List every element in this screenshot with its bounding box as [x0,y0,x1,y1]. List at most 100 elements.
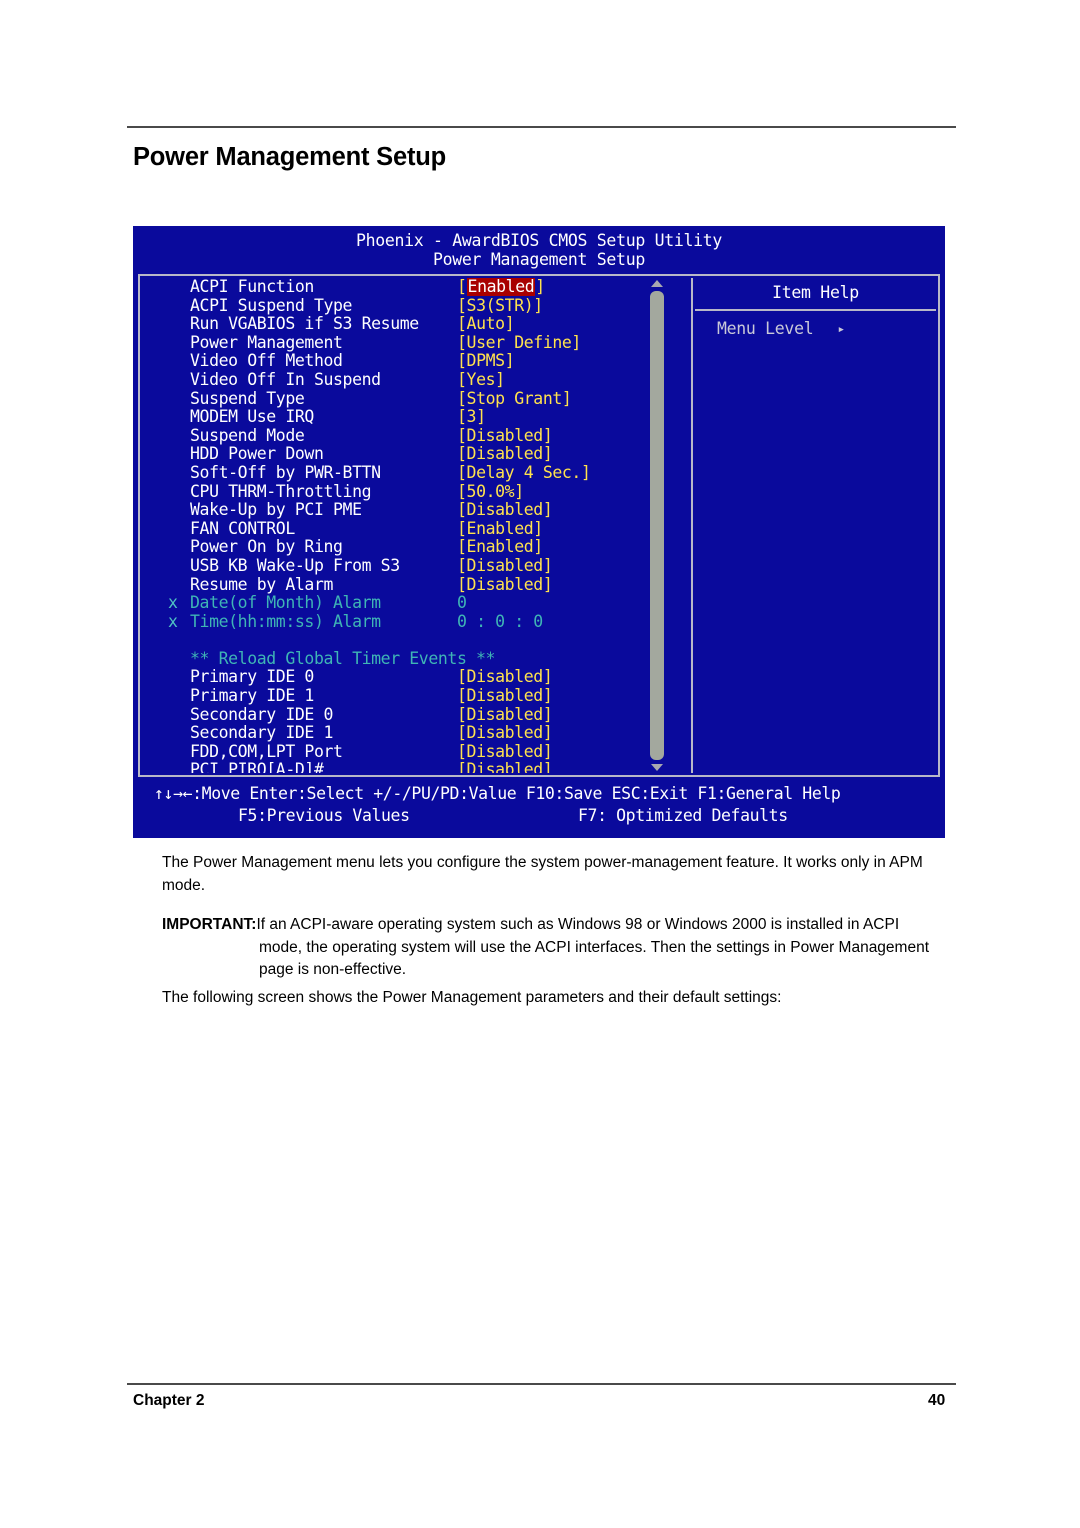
row-value[interactable]: [Enabled] [457,278,545,297]
settings-row[interactable]: Video Off In Suspend [Yes] [142,369,688,390]
row-value[interactable]: [Disabled] [457,667,553,687]
row-label: MODEM Use IRQ [190,407,314,427]
row-value[interactable]: [User Define] [457,332,581,353]
settings-row[interactable]: Run VGABIOS if S3 Resume [Auto] [142,314,688,334]
settings-row[interactable]: HDD Power Down [Disabled] [142,445,688,464]
row-value[interactable]: [Enabled] [457,538,543,557]
settings-section-header: ** Reload Global Timer Events ** [142,648,688,669]
bracket-close: ] [495,369,505,389]
bracket-close: ] [504,351,515,371]
row-value[interactable]: [Auto] [457,314,515,334]
bracket-open: [ [457,332,467,352]
bracket-open: [ [457,425,467,445]
row-label: Secondary IDE 1 [190,723,334,743]
row-value[interactable]: [50.0%] [457,482,524,502]
footer-chapter: Chapter 2 [133,1392,205,1409]
row-value[interactable]: [Stop Grant] [457,388,572,409]
settings-row[interactable]: USB KB Wake-Up From S3 [Disabled] [142,555,688,576]
settings-row[interactable]: x Date(of Month) Alarm 0 [142,593,688,613]
row-value-text: Enabled [466,518,534,538]
bracket-open: [ [457,741,467,761]
important-text: If an ACPI-aware operating system such a… [256,916,900,933]
settings-row[interactable]: Video Off Method [DPMS] [142,352,688,371]
bracket-open: [ [457,407,467,427]
settings-row[interactable]: Soft-Off by PWR-BTTN [Delay 4 Sec.] [142,462,688,483]
settings-row[interactable]: Primary IDE 0 [Disabled] [142,668,688,687]
row-value[interactable]: [Disabled] [457,555,553,576]
settings-row[interactable]: Suspend Mode [Disabled] [142,425,688,446]
row-value-text: Yes [466,369,496,389]
settings-row[interactable]: FDD,COM,LPT Port [Disabled] [142,741,688,762]
paragraph-following-screen: The following screen shows the Power Man… [162,989,782,1006]
settings-row[interactable]: Resume by Alarm [Disabled] [142,574,688,595]
bracket-close: ] [561,388,572,408]
settings-row[interactable]: FAN CONTROL [Enabled] [142,518,688,539]
row-value[interactable]: [Enabled] [457,518,543,539]
row-value[interactable]: 0 : 0 : 0 [457,612,543,632]
bracket-open: [ [457,667,467,687]
row-value[interactable]: [Disabled] [457,686,553,706]
bracket-open: [ [457,723,467,743]
scrollbar-thumb[interactable] [650,291,664,760]
settings-row[interactable]: Power On by Ring [Enabled] [142,538,688,557]
row-value[interactable]: [Disabled] [457,741,553,762]
bracket-close: ] [504,314,515,334]
bracket-open: [ [457,500,467,520]
settings-row[interactable]: Suspend Type [Stop Grant] [142,388,688,409]
bracket-close: ] [542,667,553,687]
row-value[interactable]: [S3(STR)] [457,296,543,316]
row-value[interactable]: [Delay 4 Sec.] [457,462,591,483]
scroll-down-arrow-icon[interactable] [651,764,663,771]
bracket-close: ] [580,462,591,482]
settings-row[interactable]: Secondary IDE 0 [Disabled] [142,704,688,725]
settings-row[interactable]: ACPI Suspend Type [S3(STR)] [142,296,688,316]
settings-row[interactable]: PCI PIRQ[A-D]# [Disabled] [142,761,688,773]
bracket-open: [ [457,369,467,389]
row-value[interactable]: [Disabled] [457,444,553,464]
row-value[interactable]: [Disabled] [457,760,553,773]
row-value[interactable]: [Disabled] [457,500,553,520]
bracket-open: [ [457,704,467,724]
settings-spacer [142,631,688,650]
bios-panes: ACPI Function [Enabled] ACPI Suspend Type[… [138,274,940,777]
row-value-text: User Define [466,332,572,352]
row-value[interactable]: [Disabled] [457,425,553,446]
row-value[interactable]: [Yes] [457,369,505,390]
bracket-open: [ [457,555,467,575]
bracket-close: ] [542,425,553,445]
settings-row[interactable]: Wake-Up by PCI PME [Disabled] [142,500,688,520]
settings-row[interactable]: MODEM Use IRQ [3] [142,407,688,427]
settings-row[interactable]: Primary IDE 1 [Disabled] [142,686,688,706]
bracket-close: ] [535,278,545,296]
row-label: Suspend Type [190,388,305,408]
bracket-open: [ [457,760,467,773]
settings-row[interactable]: ACPI Function [Enabled] [142,278,688,297]
row-value[interactable]: 0 [457,593,467,613]
bracket-close: ] [571,332,581,352]
scroll-up-arrow-icon[interactable] [651,280,663,287]
menu-level-row: Menu Level ▸ [717,318,930,341]
bracket-open: [ [457,351,467,371]
row-value[interactable]: [3] [457,407,486,427]
settings-row[interactable]: CPU THRM-Throttling [50.0%] [142,482,688,502]
bios-utility-title: Phoenix - AwardBIOS CMOS Setup Utility [355,231,723,250]
row-value[interactable]: [Disabled] [457,575,553,595]
row-label: Resume by Alarm [190,574,334,594]
bracket-open: [ [457,444,467,464]
settings-row[interactable]: x Time(hh:mm:ss) Alarm 0 : 0 : 0 [142,612,688,632]
row-label: Soft-Off by PWR-BTTN [190,462,381,482]
row-label: Primary IDE 1 [190,686,314,706]
row-value[interactable]: [Disabled] [457,723,553,743]
row-value-text: Disabled [466,500,544,520]
row-value-text: Disabled [466,667,544,687]
settings-row[interactable]: Power Management [User Define] [142,332,688,353]
row-label: Power On by Ring [190,537,343,557]
bracket-close: ] [533,518,543,538]
row-value[interactable]: [DPMS] [457,351,515,371]
section-header-label: ** Reload Global Timer Events ** [190,648,496,668]
footer-page-number: 40 [928,1392,946,1409]
row-value[interactable]: [Disabled] [457,704,553,725]
settings-scrollbar[interactable] [650,280,664,771]
row-label: ACPI Function [190,278,314,296]
settings-row[interactable]: Secondary IDE 1 [Disabled] [142,723,688,743]
